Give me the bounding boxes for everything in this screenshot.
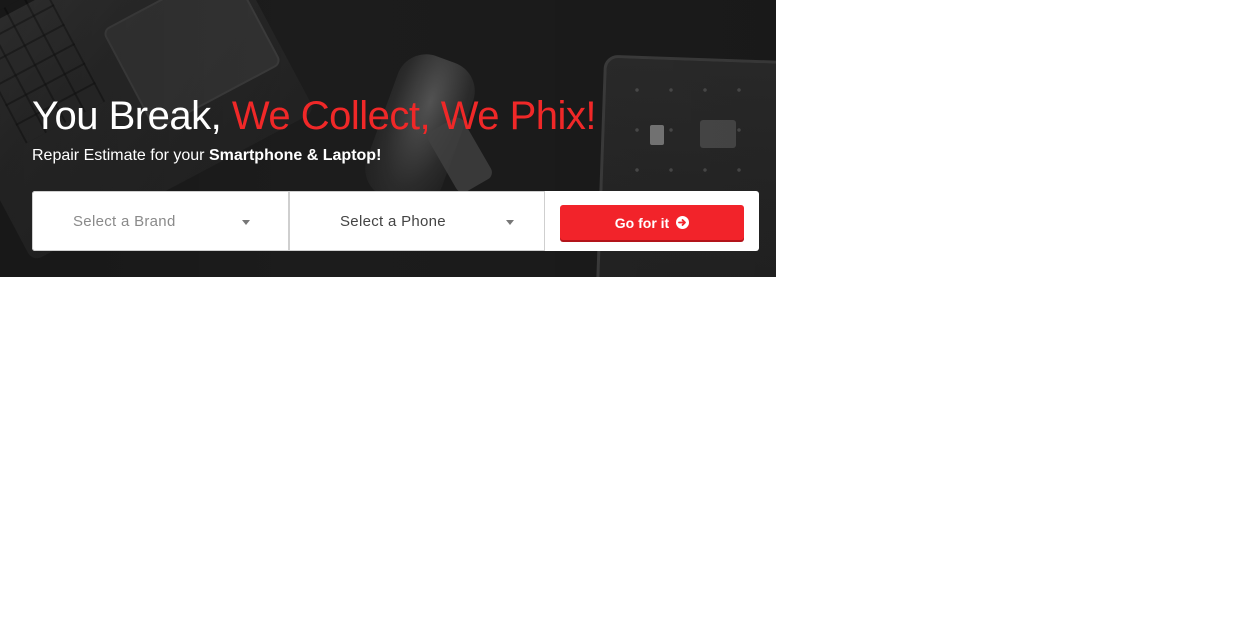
subheadline-bold-text: Smartphone & Laptop! (208, 147, 382, 164)
phone-select-placeholder: Select a Phone (340, 212, 446, 230)
go-button-label: Go for it (614, 214, 670, 231)
chevron-down-icon (242, 220, 250, 225)
hero-headline: You Break, We Collect, We Phix! (32, 94, 597, 138)
chevron-down-icon (506, 220, 514, 225)
brand-select-placeholder: Select a Brand (73, 212, 176, 230)
brand-select[interactable]: Select a Brand (32, 191, 289, 251)
phone-select[interactable]: Select a Phone (289, 191, 545, 251)
arrow-circle-right-icon (676, 216, 690, 229)
hero-banner: You Break, We Collect, We Phix! Repair E… (0, 0, 776, 277)
go-for-it-button[interactable]: Go for it (560, 205, 744, 240)
hero-subheadline: Repair Estimate for your Smartphone & La… (32, 146, 381, 166)
headline-accent-text: We Collect, We Phix! (231, 94, 597, 138)
repair-search-form: Select a Brand Select a Phone Go for it (32, 191, 759, 251)
subheadline-plain-text: Repair Estimate for your (32, 147, 209, 164)
headline-plain-text: You Break, (32, 94, 232, 138)
